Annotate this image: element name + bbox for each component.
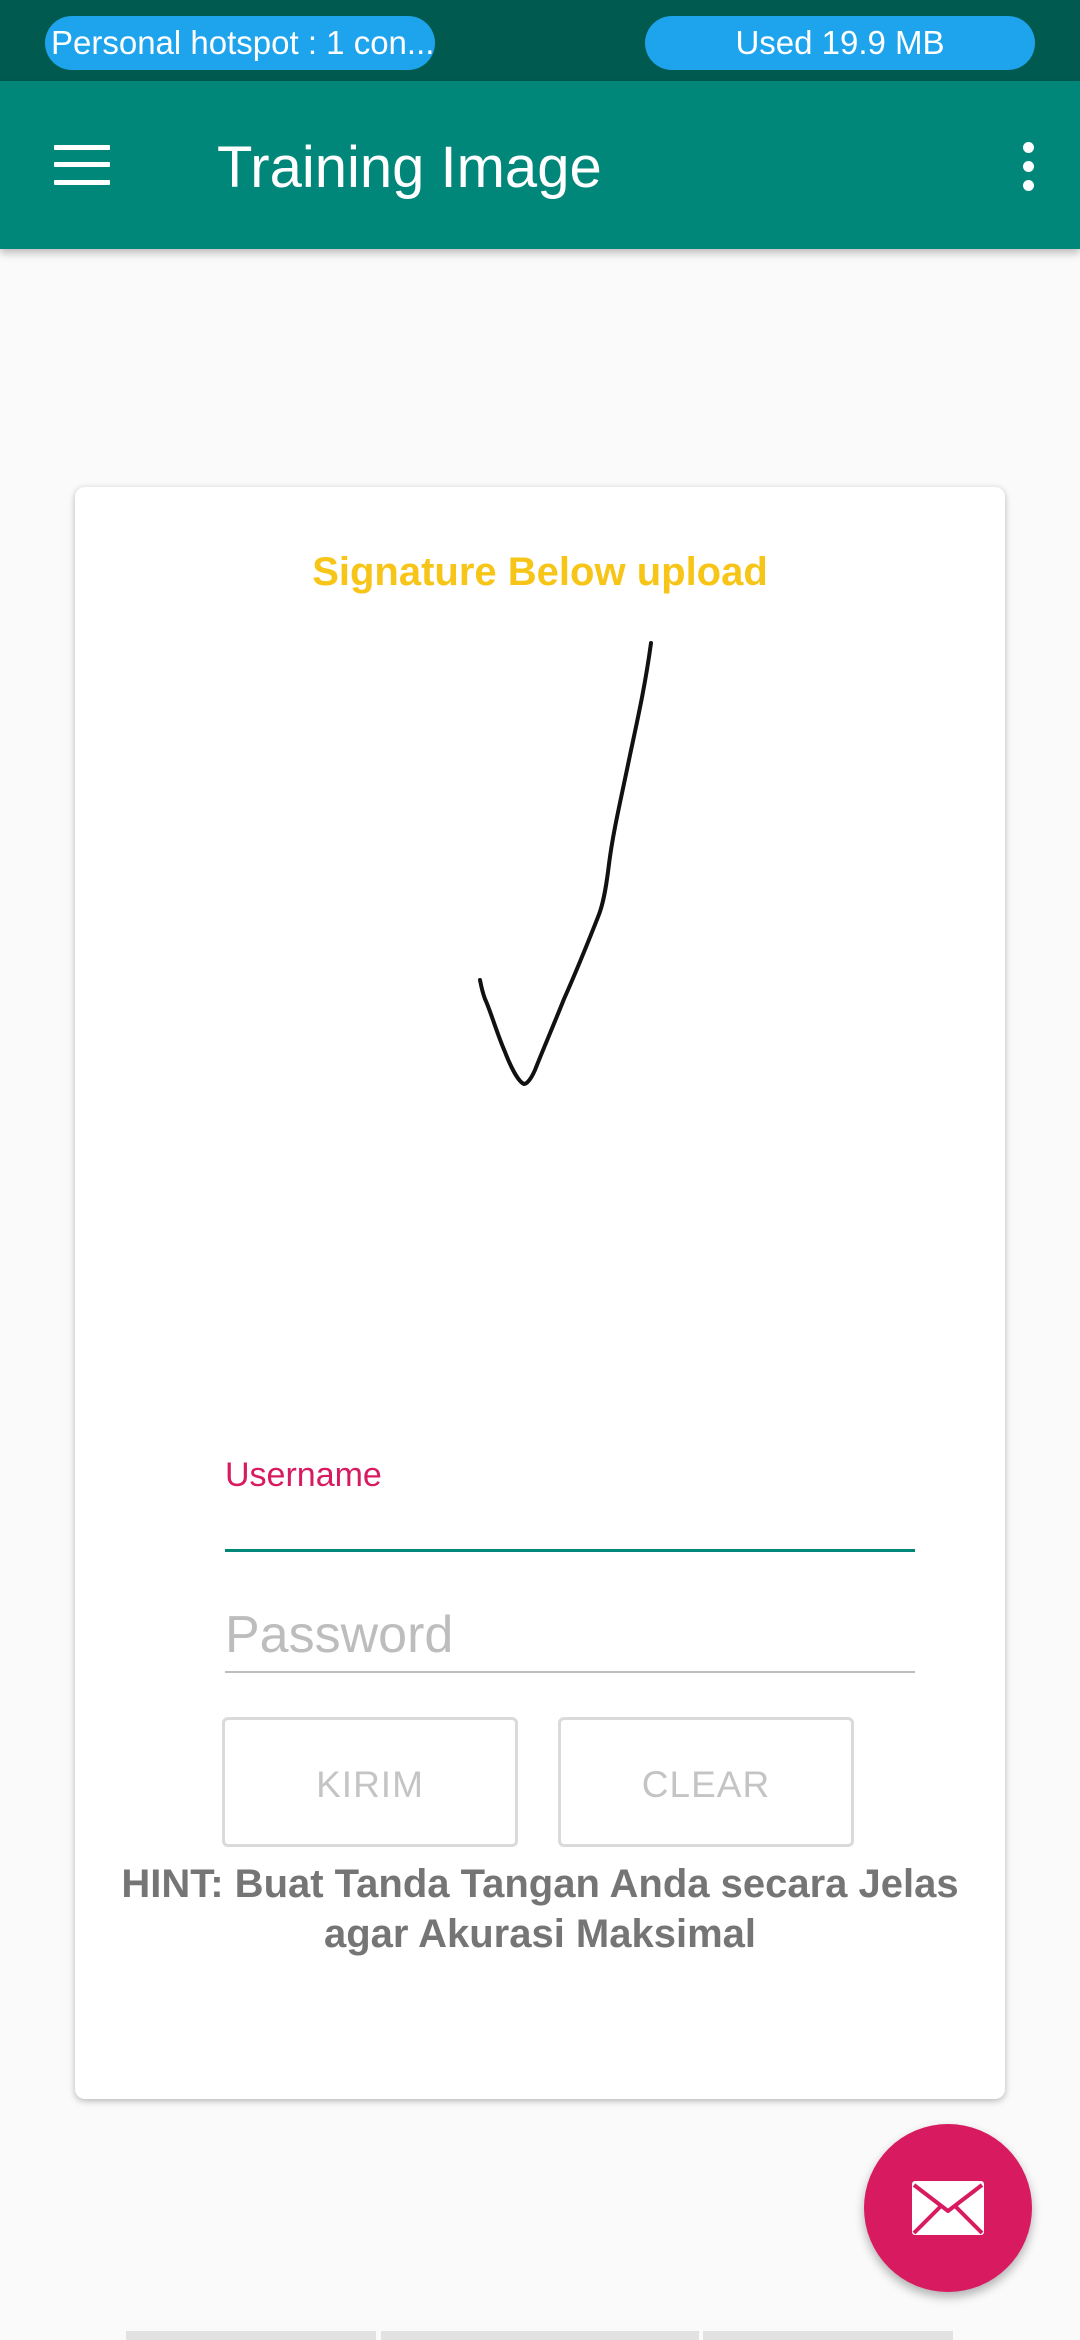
app-bar: Training Image xyxy=(0,81,1080,249)
nav-bar-segment xyxy=(381,2331,699,2340)
kirim-button[interactable]: KIRIM xyxy=(222,1717,518,1847)
menu-button[interactable] xyxy=(40,131,124,199)
overflow-menu-button[interactable] xyxy=(998,131,1058,201)
more-vert-icon xyxy=(1023,142,1034,153)
nav-bar-segment xyxy=(126,2331,376,2340)
signature-title: Signature Below upload xyxy=(312,550,768,594)
email-fab-button[interactable] xyxy=(864,2124,1032,2292)
username-label: Username xyxy=(225,1456,382,1494)
data-usage-pill[interactable]: Used 19.9 MB xyxy=(645,16,1035,70)
page-title: Training Image xyxy=(217,135,602,200)
mail-icon xyxy=(912,2181,984,2235)
hotspot-status-pill[interactable]: Personal hotspot : 1 con... xyxy=(45,16,435,70)
password-input[interactable]: Password xyxy=(225,1605,915,1673)
signature-stroke xyxy=(478,641,653,1086)
clear-button[interactable]: CLEAR xyxy=(558,1717,854,1847)
nav-bar-segment xyxy=(703,2331,953,2340)
signature-pad[interactable] xyxy=(75,627,1005,1407)
hint-text: HINT: Buat Tanda Tangan Anda secara Jela… xyxy=(121,1862,959,1956)
username-input[interactable] xyxy=(225,1507,915,1552)
signature-card: Signature Below upload Username Password… xyxy=(75,487,1005,2099)
hamburger-menu-icon xyxy=(54,145,110,185)
status-bar: Personal hotspot : 1 con... Used 19.9 MB xyxy=(0,0,1080,81)
